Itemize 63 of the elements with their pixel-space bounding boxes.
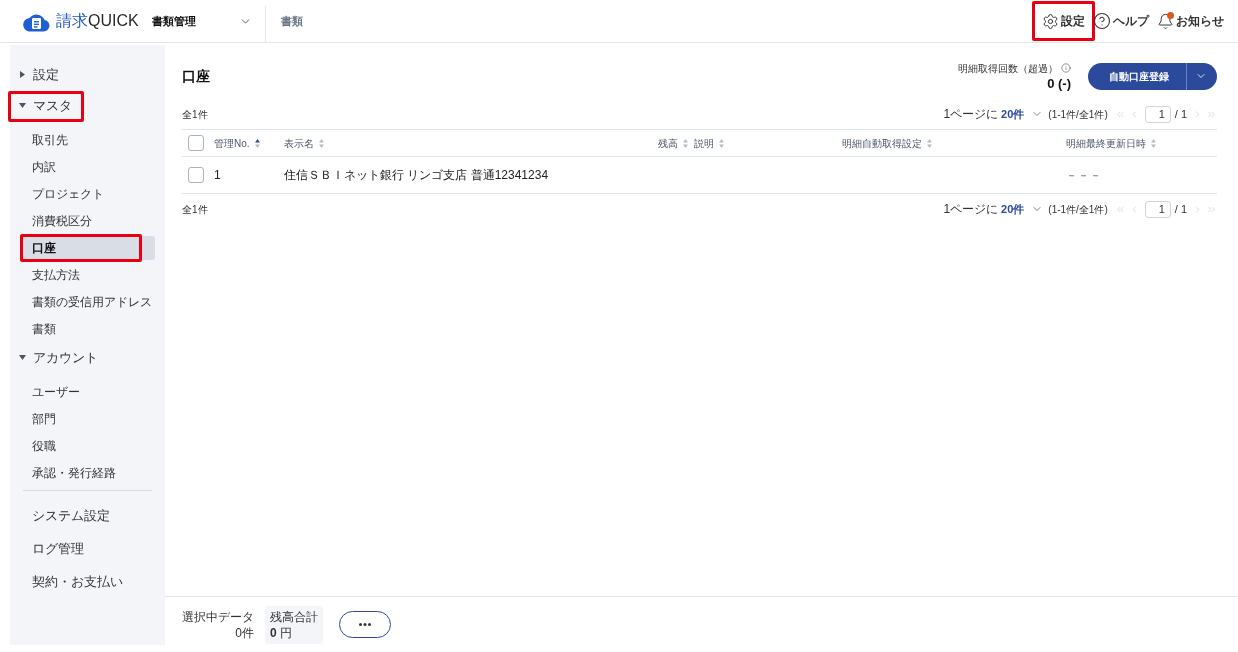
column-header: 表示名 (284, 136, 314, 151)
total-count: 全1件 (182, 202, 208, 217)
sidebar-item[interactable]: 書類の受信用アドレス (22, 289, 155, 314)
total-pages: / 1 (1174, 201, 1187, 217)
sidebar-link[interactable]: システム設定 (32, 505, 110, 526)
checkbox[interactable] (188, 135, 204, 151)
logo-text: 請求QUICK (56, 13, 139, 29)
column-header: 明細最終更新日時 (1066, 136, 1146, 151)
fetch-count-value: 0 (-) (1047, 75, 1071, 92)
more-icon (359, 623, 371, 626)
dropdown-button[interactable] (1186, 62, 1217, 90)
per-page-label: 1ページに (943, 106, 999, 123)
selected-label: 選択中データ (182, 608, 254, 625)
sidebar-item[interactable]: 部門 (22, 406, 155, 431)
page-input[interactable]: 1 (1144, 200, 1171, 218)
sidebar-link[interactable]: 契約・お支払い (32, 571, 123, 592)
sidebar-item[interactable]: 消費税区分 (22, 208, 155, 233)
help-button[interactable]: ヘルプ (1089, 7, 1153, 35)
more-button[interactable] (339, 611, 391, 638)
sidebar-link[interactable]: ログ管理 (32, 538, 84, 559)
table-cell-text: －－－ (1066, 167, 1103, 183)
sidebar-item[interactable]: 取引先 (22, 127, 155, 152)
sidebar-item[interactable]: 承認・発行経路 (22, 460, 155, 485)
balance-value: 0 円 (270, 624, 294, 641)
column-header: 明細自動取得設定 (842, 136, 922, 151)
fetch-count-label: 明細取得回数（超過） (958, 61, 1058, 76)
balance-label: 残高合計 (270, 608, 318, 625)
sidebar-item[interactable]: プロジェクト (22, 181, 155, 206)
page-title: 口座 (182, 66, 210, 86)
per-page-select[interactable]: 20件 (1001, 200, 1044, 218)
settings-icon (1042, 12, 1059, 30)
sidebar-item[interactable]: 内訳 (22, 154, 155, 179)
sidebar-item[interactable]: 役職 (22, 433, 155, 458)
range-text: (1-1件/全1件) (1048, 202, 1108, 217)
notifications-button[interactable]: お知らせ (1153, 7, 1228, 35)
bell-icon (1157, 12, 1174, 30)
help-icon (1093, 12, 1111, 30)
per-page-select[interactable]: 20件 (1001, 105, 1044, 123)
auto-register-button[interactable]: 自動口座登録 (1088, 62, 1186, 90)
total-count: 全1件 (182, 107, 208, 122)
table-cell-text: 住信ＳＢＩネット銀行 リンゴ支店 普通12341234 (284, 167, 550, 184)
sidebar-section[interactable]: アカウント (33, 349, 98, 366)
sidebar-item[interactable]: ユーザー (22, 379, 155, 404)
total-pages: / 1 (1174, 106, 1187, 122)
column-header: 残高 (658, 136, 678, 151)
column-header: 説明 (694, 136, 714, 151)
sort-icon[interactable] (254, 138, 260, 148)
checkbox[interactable] (188, 167, 204, 183)
selected-count: 0件 (235, 624, 254, 641)
page-input[interactable]: 1 (1144, 105, 1171, 123)
module-dropdown[interactable]: 書類管理 (152, 6, 258, 36)
settings-button[interactable]: 設定 (1038, 7, 1089, 35)
sidebar-section[interactable]: 設定 (33, 66, 59, 83)
sidebar-section[interactable]: マスタ (33, 97, 72, 114)
table-cell-text: 1 (214, 167, 222, 184)
breadcrumb: 書類 (281, 13, 303, 29)
per-page-label: 1ページに (943, 201, 999, 218)
sidebar-item[interactable]: 支払方法 (22, 262, 155, 287)
info-icon[interactable] (1061, 63, 1071, 73)
sidebar-item[interactable]: 書類 (22, 316, 155, 341)
column-header: 管理No. (214, 136, 250, 151)
sidebar-item[interactable]: 口座 (22, 235, 155, 260)
range-text: (1-1件/全1件) (1048, 107, 1108, 122)
